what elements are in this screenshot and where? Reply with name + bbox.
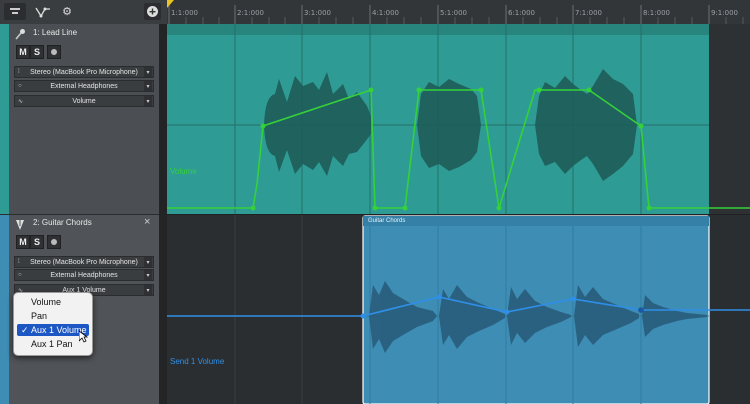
solo-button[interactable]: S <box>30 45 44 59</box>
chevron-down-icon: ▾ <box>144 81 152 91</box>
automation-param-value: Volume <box>72 97 96 105</box>
ruler-tick: 9:1:000 <box>711 9 738 17</box>
playhead-marker <box>167 0 174 8</box>
automation-icon: ∿ <box>18 98 24 105</box>
timeline-ruler[interactable]: 1:1:000 2:1:000 3:1:000 4:1:000 5:1:000 … <box>167 0 750 25</box>
record-arm-button[interactable] <box>47 235 61 249</box>
editor-mixer-toggle-icon[interactable] <box>4 3 26 20</box>
checkmark-icon: ✓ <box>21 324 29 335</box>
ruler-tick: 4:1:000 <box>372 9 399 17</box>
mouse-cursor-icon <box>78 330 89 348</box>
automation-lane-label: Send 1 Volume <box>170 357 225 366</box>
add-track-icon[interactable] <box>144 3 161 20</box>
ruler-tick: 1:1:000 <box>171 9 198 17</box>
record-arm-button[interactable] <box>47 45 61 59</box>
mute-button[interactable]: M <box>16 235 30 249</box>
input-icon: ⁞ <box>18 259 20 265</box>
region-title-bar <box>363 216 709 226</box>
output-value: External Headphones <box>50 82 118 90</box>
output-value: External Headphones <box>50 271 118 279</box>
output-icon: ○ <box>18 272 22 278</box>
chevron-down-icon: ▾ <box>144 270 152 280</box>
track-color-strip <box>0 215 9 404</box>
region-tail <box>709 24 750 214</box>
track-header-lead-line[interactable]: 1: Lead Line M S ⁞ Stereo (MacBook Pro M… <box>9 24 159 214</box>
menu-item-label: Aux 1 Pan <box>31 339 73 349</box>
menu-item-label: Pan <box>31 311 48 321</box>
track-name[interactable]: 2: Guitar Chords <box>33 218 92 227</box>
toolbar: ⚙ <box>0 0 167 25</box>
output-select[interactable]: ○ External Headphones ▾ <box>14 80 154 92</box>
track-lane-lead-line[interactable]: Volume <box>167 24 750 214</box>
chevron-down-icon: ▾ <box>144 96 152 106</box>
input-select[interactable]: ⁞ Stereo (MacBook Pro Microphone) ▾ <box>14 256 154 268</box>
track-name[interactable]: 1: Lead Line <box>33 28 77 37</box>
microphone-icon <box>14 27 26 40</box>
solo-button[interactable]: S <box>30 235 44 249</box>
track-lane-guitar-chords[interactable]: Guitar Chords Send 1 Volume <box>167 215 750 404</box>
menu-item-volume[interactable]: Volume <box>17 296 89 308</box>
close-icon[interactable]: × <box>144 216 150 228</box>
automation-curve-icon[interactable] <box>34 3 52 20</box>
automation-param-select[interactable]: ∿ Volume ▾ <box>14 95 154 107</box>
chevron-down-icon: ▾ <box>144 285 152 295</box>
output-icon: ○ <box>18 83 22 89</box>
input-icon: ⁞ <box>18 69 20 75</box>
automation-lane-label: Volume <box>170 167 197 176</box>
input-value: Stereo (MacBook Pro Microphone) <box>30 258 138 266</box>
menu-item-label: Volume <box>31 297 62 307</box>
input-value: Stereo (MacBook Pro Microphone) <box>30 68 138 76</box>
input-select[interactable]: ⁞ Stereo (MacBook Pro Microphone) ▾ <box>14 66 154 78</box>
track-color-strip <box>0 24 9 214</box>
region-name: Guitar Chords <box>368 218 406 224</box>
ruler-tick: 3:1:000 <box>304 9 331 17</box>
ruler-tick: 8:1:000 <box>643 9 670 17</box>
chevron-down-icon: ▾ <box>144 257 152 267</box>
ruler-tick: 6:1:000 <box>508 9 535 17</box>
ruler-tick: 7:1:000 <box>575 9 602 17</box>
guitar-icon <box>15 218 25 230</box>
output-select[interactable]: ○ External Headphones ▾ <box>14 269 154 281</box>
chevron-down-icon: ▾ <box>144 67 152 77</box>
ruler-tick: 5:1:000 <box>440 9 467 17</box>
mute-button[interactable]: M <box>16 45 30 59</box>
menu-item-pan[interactable]: Pan <box>17 310 89 322</box>
automation-point-selected <box>638 307 644 313</box>
ruler-tick: 2:1:000 <box>237 9 264 17</box>
gear-icon[interactable]: ⚙ <box>60 3 74 20</box>
panel-divider[interactable] <box>159 24 167 404</box>
